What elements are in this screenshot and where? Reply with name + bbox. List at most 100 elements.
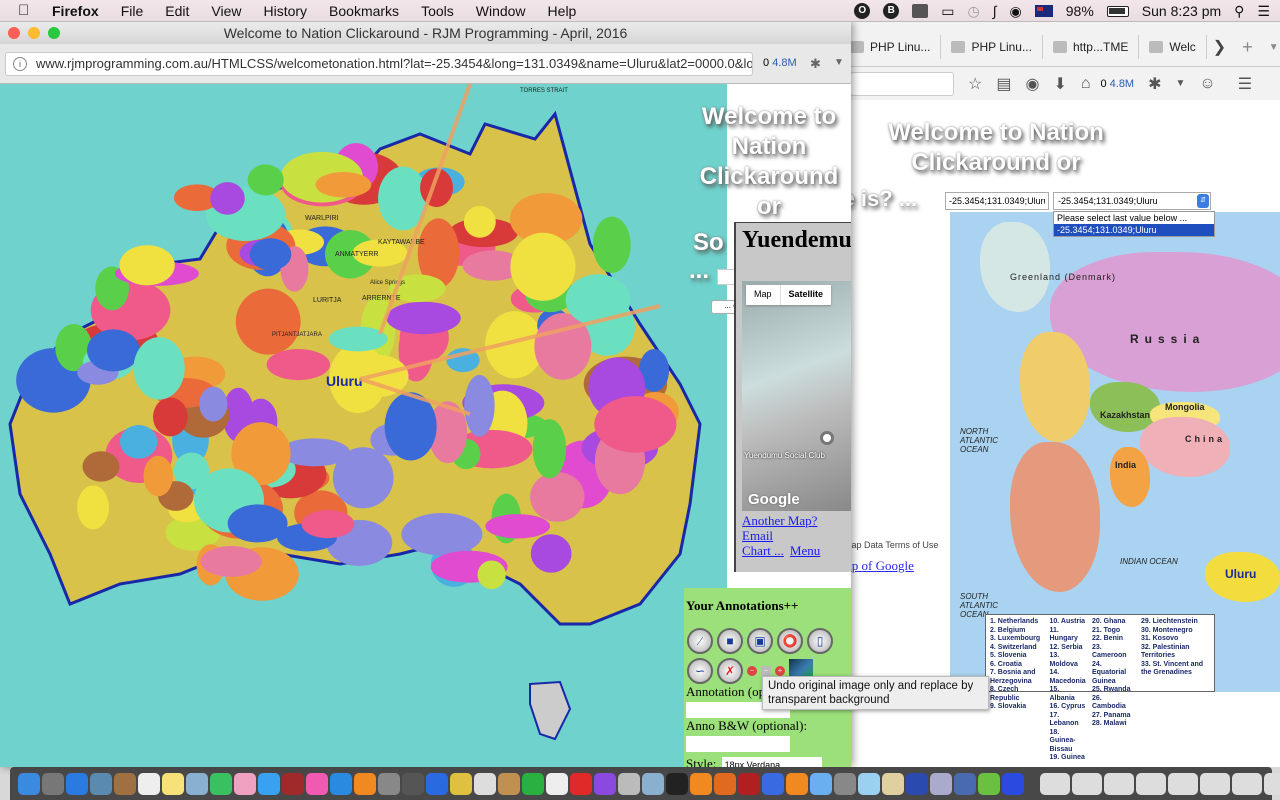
dock-minimized-window[interactable] (1264, 772, 1280, 795)
dock-icon-cyberduck[interactable] (474, 772, 496, 795)
language-region[interactable] (82, 451, 120, 482)
dock-icon-facetime[interactable] (210, 772, 232, 795)
australia-aboriginal-map[interactable]: Uluru TORRES STRAIT WARLPIRI ANMATYERR K… (0, 84, 730, 767)
language-region[interactable] (565, 274, 631, 326)
dock-icon-imovie[interactable] (594, 772, 616, 795)
language-region[interactable] (401, 513, 483, 556)
language-region[interactable] (530, 534, 572, 573)
apple-menu-icon[interactable]:  (18, 2, 38, 19)
dock-icon-textedit[interactable] (546, 772, 568, 795)
search-box[interactable] (850, 71, 954, 96)
clock[interactable]: Sun 8:23 pm (1142, 3, 1221, 19)
dock-icon-phpstorm[interactable] (954, 772, 976, 795)
battery-icon[interactable] (1106, 5, 1129, 17)
extension-dropdown-icon[interactable]: ▼ (834, 57, 844, 68)
menu-view[interactable]: View (211, 3, 241, 19)
coordinate-select[interactable]: -25.3454;131.0349;Uluru ⇵ (1053, 192, 1211, 210)
menu-link[interactable]: Menu (790, 543, 820, 558)
dock-icon-preview[interactable] (90, 772, 112, 795)
language-region[interactable] (594, 396, 677, 453)
tab-list-dropdown-icon[interactable]: ▼ (1269, 42, 1279, 53)
chat-smiley-icon[interactable]: ☺ (1199, 75, 1215, 93)
dock-icon-messages[interactable] (258, 772, 280, 795)
language-region[interactable] (510, 232, 576, 301)
dock-icon-firefox[interactable] (714, 772, 736, 795)
dock-icon-safari[interactable] (66, 772, 88, 795)
language-region[interactable] (152, 397, 188, 437)
dock-minimized-window[interactable] (1232, 772, 1262, 795)
dock-minimized-window[interactable] (1168, 772, 1198, 795)
zoom-in-icon[interactable]: + (775, 666, 785, 676)
spotlight-search-icon[interactable]: ⚲ (1234, 3, 1244, 20)
undo-image-tool-button[interactable]: ✗ (717, 658, 743, 684)
dock-icon-itunes[interactable] (306, 772, 328, 795)
bluetooth-icon[interactable]: ∫ (993, 3, 997, 19)
dock-minimized-window[interactable] (1040, 772, 1070, 795)
extension-dropdown-icon[interactable]: ▼ (1176, 78, 1186, 89)
language-region[interactable] (532, 419, 567, 479)
language-region[interactable] (315, 172, 372, 198)
dock-minimized-window[interactable] (1104, 772, 1134, 795)
filled-rect-tool-button[interactable]: ■ (717, 628, 743, 654)
another-map-link[interactable]: Another Map? (742, 513, 817, 528)
map-terms-text[interactable]: Map Data Terms of Use (844, 540, 938, 550)
dock-icon-photo-booth[interactable] (282, 772, 304, 795)
menu-window[interactable]: Window (476, 3, 526, 19)
language-region[interactable] (143, 455, 173, 497)
style-input[interactable] (721, 757, 822, 767)
wifi-icon[interactable]: ◉ (1010, 3, 1022, 20)
language-region[interactable] (266, 349, 331, 381)
home-icon[interactable]: ⌂ (1081, 75, 1091, 93)
language-region[interactable] (227, 504, 288, 543)
dock-icon-image-capture[interactable] (642, 772, 664, 795)
reset-icon[interactable]: − (761, 666, 771, 676)
menu-file[interactable]: File (121, 3, 144, 19)
dock-icon-screen-sharing[interactable] (810, 772, 832, 795)
coordinate-input[interactable] (945, 192, 1049, 210)
dock-icon-quicktime[interactable] (762, 772, 784, 795)
dock-icon-ibooks[interactable] (354, 772, 376, 795)
dock-icon-calendar[interactable] (138, 772, 160, 795)
language-region[interactable] (119, 425, 158, 459)
dock-icon-script-editor[interactable] (882, 772, 904, 795)
airplay-icon[interactable]: ▭ (941, 3, 954, 20)
dock-icon-notes[interactable] (114, 772, 136, 795)
language-region[interactable] (210, 182, 245, 215)
reading-list-icon[interactable]: ▤ (996, 74, 1011, 94)
language-region[interactable] (332, 447, 394, 509)
language-region[interactable] (247, 164, 284, 196)
dock-icon-dashcode[interactable] (450, 772, 472, 795)
bookmark-star-icon[interactable]: ☆ (968, 74, 982, 94)
language-region[interactable] (77, 485, 110, 530)
menu-app-firefox[interactable]: Firefox (52, 3, 99, 19)
dock-icon-tools[interactable] (498, 772, 520, 795)
ellipse-tool-button[interactable]: ⭕ (777, 628, 803, 654)
tab-http-tme[interactable]: http...TME (1043, 35, 1140, 59)
language-region[interactable] (464, 374, 495, 437)
language-region[interactable] (463, 205, 496, 238)
notification-center-icon[interactable]: ☰ (1257, 3, 1270, 20)
rect-tool-button[interactable]: ▣ (747, 628, 773, 654)
dock-icon-gimp[interactable] (402, 772, 424, 795)
dock-icon-filezilla[interactable] (738, 772, 760, 795)
dropdown-option-selected[interactable]: -25.3454;131.0349;Uluru (1054, 224, 1214, 236)
extension-icon[interactable]: ✱ (810, 56, 821, 72)
dock-icon-avast[interactable] (690, 772, 712, 795)
language-region[interactable] (199, 386, 228, 422)
language-region[interactable] (200, 546, 262, 577)
dock-icon-system-preferences[interactable] (378, 772, 400, 795)
dock-icon-box[interactable] (858, 772, 880, 795)
dock-icon-thunderbird[interactable] (1002, 772, 1024, 795)
dock-minimized-window[interactable] (1200, 772, 1230, 795)
zoom-out-icon[interactable]: − (747, 666, 757, 676)
close-window-button[interactable] (8, 27, 20, 39)
tab-overflow-chevron-icon[interactable]: ❯ (1213, 37, 1226, 57)
zoom-window-button[interactable] (48, 27, 60, 39)
dock-minimized-window[interactable] (1072, 772, 1102, 795)
tab-welcome[interactable]: Welc (1139, 35, 1207, 59)
pocket-icon[interactable]: ◉ (1025, 74, 1039, 94)
dock-icon-virtualbox[interactable] (930, 772, 952, 795)
time-machine-icon[interactable]: ◷ (967, 3, 979, 20)
tab-php-linux-1[interactable]: PHP Linu... (840, 35, 942, 59)
dock-icon-opera[interactable] (570, 772, 592, 795)
